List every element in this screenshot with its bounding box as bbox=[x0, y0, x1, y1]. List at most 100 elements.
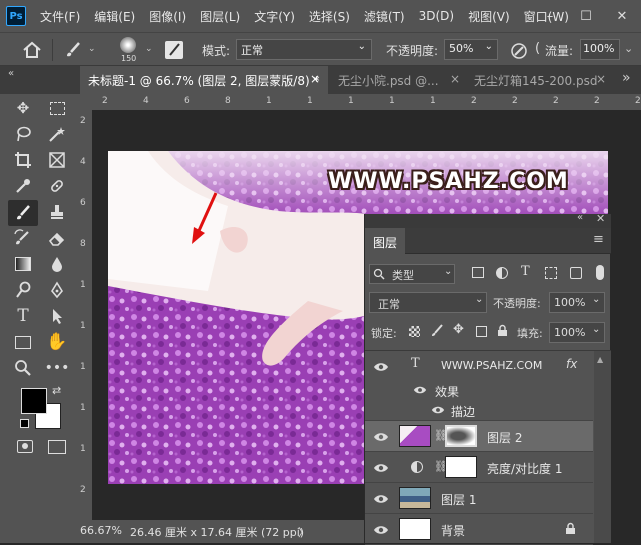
lasso-tool-icon[interactable] bbox=[10, 122, 36, 146]
clone-stamp-icon[interactable] bbox=[44, 200, 70, 224]
filter-shape-icon[interactable] bbox=[545, 267, 557, 279]
panel-menu-icon[interactable]: ≡ bbox=[593, 232, 604, 247]
layer-row-effects[interactable]: 效果 bbox=[365, 381, 593, 401]
brush-preview-icon[interactable] bbox=[120, 37, 136, 53]
layer-row-layer-2[interactable]: ⛓ 图层 2 bbox=[365, 421, 593, 452]
close-panel-icon[interactable]: ✕ bbox=[596, 212, 605, 225]
blend-mode-select[interactable]: 正常 ⌄ bbox=[369, 292, 487, 313]
frame-tool-icon[interactable] bbox=[44, 148, 70, 172]
minimize-button[interactable]: – bbox=[532, 0, 568, 32]
eye-icon[interactable] bbox=[373, 491, 389, 507]
menu-select[interactable]: 选择(S) bbox=[309, 8, 350, 25]
brush-settings-icon[interactable] bbox=[165, 41, 183, 59]
menu-layer[interactable]: 图层(L) bbox=[200, 8, 240, 25]
tab-close-icon[interactable]: × bbox=[310, 72, 320, 86]
layer-row-stroke[interactable]: 描边 bbox=[365, 401, 593, 421]
tab-wuchen-xiaoyuan[interactable]: 无尘小院.psd @... × bbox=[330, 66, 466, 94]
eyedropper-icon[interactable] bbox=[10, 174, 36, 198]
close-button[interactable]: ✕ bbox=[604, 0, 640, 32]
menu-view[interactable]: 视图(V) bbox=[468, 8, 510, 25]
tab-layers[interactable]: 图层 bbox=[365, 228, 405, 254]
scroll-up-icon[interactable]: ▲ bbox=[597, 355, 603, 364]
default-colors-icon[interactable] bbox=[20, 419, 29, 428]
filter-kind-select[interactable]: 类型 ⌄ bbox=[369, 264, 455, 284]
blur-tool-icon[interactable] bbox=[44, 252, 70, 276]
layers-scrollbar[interactable]: ▲ bbox=[594, 351, 611, 543]
healing-brush-icon[interactable] bbox=[44, 174, 70, 198]
home-icon[interactable] bbox=[22, 41, 42, 59]
layer-opacity-input[interactable]: 100% ⌄ bbox=[549, 292, 605, 313]
gradient-tool-icon[interactable] bbox=[10, 252, 36, 276]
eye-icon[interactable] bbox=[373, 359, 389, 375]
marquee-tool-icon[interactable] bbox=[44, 96, 70, 120]
layer-row-brightness-contrast[interactable]: ⛓ 亮度/对比度 1 bbox=[365, 452, 593, 483]
lock-position-icon[interactable]: ✥ bbox=[453, 322, 464, 337]
brush-tool-icon[interactable] bbox=[64, 41, 82, 59]
filter-pixel-icon[interactable] bbox=[472, 267, 484, 278]
lock-icon[interactable] bbox=[565, 522, 576, 535]
eye-icon[interactable] bbox=[373, 522, 389, 538]
hand-tool-icon[interactable]: ✋ bbox=[44, 330, 70, 354]
foreground-color-swatch[interactable] bbox=[21, 388, 47, 414]
lock-artboard-icon[interactable] bbox=[476, 326, 487, 337]
eye-icon[interactable] bbox=[373, 460, 389, 476]
menu-file[interactable]: 文件(F) bbox=[40, 8, 80, 25]
menu-edit[interactable]: 编辑(E) bbox=[94, 8, 135, 25]
fill-input[interactable]: 100% ⌄ bbox=[549, 322, 605, 343]
menu-image[interactable]: 图像(I) bbox=[149, 8, 186, 25]
tab-overflow-icon[interactable]: » bbox=[622, 70, 631, 86]
maximize-button[interactable]: ☐ bbox=[568, 0, 604, 32]
status-menu-arrow-icon[interactable]: 〉 bbox=[298, 524, 309, 540]
swap-colors-icon[interactable]: ⇄ bbox=[52, 384, 61, 397]
tab-close-icon[interactable]: × bbox=[596, 72, 606, 86]
screen-mode-icon[interactable] bbox=[48, 440, 66, 454]
mode-select[interactable]: 正常 ⌄ bbox=[236, 39, 372, 60]
path-selection-icon[interactable] bbox=[44, 304, 70, 328]
pen-tool-icon[interactable] bbox=[44, 278, 70, 302]
menu-3d[interactable]: 3D(D) bbox=[419, 9, 454, 23]
fx-icon[interactable]: fx bbox=[566, 357, 577, 371]
crop-tool-icon[interactable] bbox=[10, 148, 36, 172]
flow-input[interactable]: 100% bbox=[580, 39, 620, 60]
opacity-input[interactable]: 50% ⌄ bbox=[444, 39, 498, 60]
photoshop-logo[interactable]: Ps bbox=[6, 6, 26, 26]
eye-icon[interactable] bbox=[373, 429, 389, 445]
layer-row-text[interactable]: T WWW.PSAHZ.COM fx bbox=[365, 351, 593, 381]
more-tools-icon[interactable]: ••• bbox=[44, 356, 70, 380]
layer-row-background[interactable]: 背景 bbox=[365, 514, 593, 545]
chevron-down-icon[interactable]: ⌄ bbox=[145, 44, 153, 54]
tab-untitled-1[interactable]: 未标题-1 @ 66.7% (图层 2, 图层蒙版/8) * × bbox=[80, 66, 328, 94]
lock-transparent-icon[interactable] bbox=[409, 326, 420, 337]
layer-mask-thumbnail[interactable] bbox=[445, 456, 477, 478]
quick-mask-icon[interactable] bbox=[17, 440, 33, 453]
eye-icon[interactable] bbox=[431, 403, 445, 417]
menu-filter[interactable]: 滤镜(T) bbox=[364, 8, 405, 25]
filter-type-icon[interactable]: T bbox=[521, 264, 530, 279]
collapse-panel-icon[interactable]: « bbox=[577, 212, 583, 223]
panel-collapse-icon[interactable]: « bbox=[8, 68, 14, 79]
filter-smart-object-icon[interactable] bbox=[570, 267, 582, 279]
layer-mask-thumbnail[interactable] bbox=[445, 425, 477, 447]
rectangle-tool-icon[interactable] bbox=[10, 330, 36, 354]
eraser-icon[interactable] bbox=[44, 226, 70, 250]
magic-wand-icon[interactable] bbox=[44, 122, 70, 146]
zoom-level[interactable]: 66.67% bbox=[80, 524, 122, 537]
brush-tool-icon[interactable] bbox=[8, 200, 38, 226]
chevron-down-icon[interactable]: ⌄ bbox=[88, 44, 96, 54]
layer-row-layer-1[interactable]: 图层 1 bbox=[365, 483, 593, 514]
move-tool-icon[interactable]: ✥ bbox=[10, 96, 36, 120]
pressure-opacity-icon[interactable] bbox=[510, 42, 528, 60]
eye-icon[interactable] bbox=[413, 383, 427, 397]
menu-type[interactable]: 文字(Y) bbox=[254, 8, 295, 25]
chevron-down-icon[interactable]: ⌄ bbox=[624, 42, 633, 55]
type-tool-icon[interactable]: T bbox=[10, 304, 36, 328]
filter-adjustment-icon[interactable] bbox=[496, 267, 508, 279]
lock-pixels-icon[interactable] bbox=[431, 324, 444, 337]
lock-all-icon[interactable] bbox=[497, 324, 508, 337]
history-brush-icon[interactable] bbox=[10, 226, 36, 250]
filter-toggle-icon[interactable] bbox=[596, 265, 604, 280]
dodge-tool-icon[interactable] bbox=[10, 278, 36, 302]
zoom-tool-icon[interactable] bbox=[10, 356, 36, 380]
tab-close-icon[interactable]: × bbox=[450, 72, 460, 86]
tab-wuchen-dengxiang[interactable]: 无尘灯箱145-200.psd × bbox=[466, 66, 610, 94]
